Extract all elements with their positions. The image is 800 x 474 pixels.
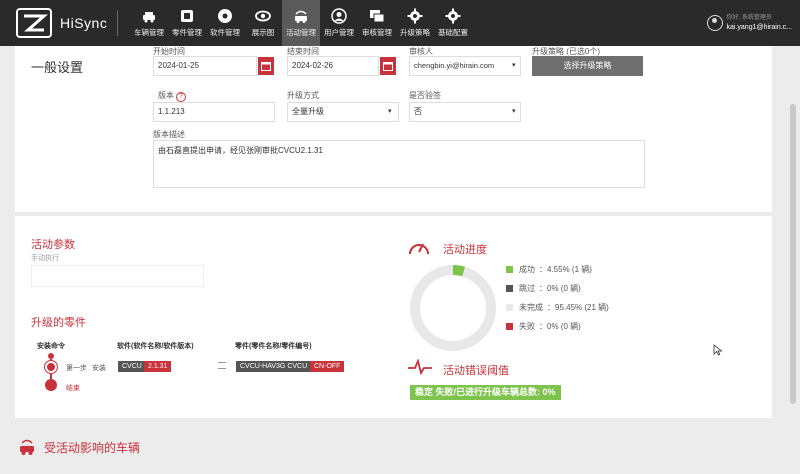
legend-swatch [506, 323, 513, 330]
nav-label: 软件管理 [210, 28, 240, 37]
affected-vehicle-icon [20, 439, 34, 455]
config-gear-icon [445, 8, 461, 24]
install-command-header: 安装命令 [37, 343, 65, 350]
main-nav: 车辆管理 零件管理 软件管理 展示图 活动管理 用户管理 审核管理 升级策略 基… [130, 0, 472, 46]
nav-label: 用户管理 [324, 28, 354, 37]
select-strategy-button[interactable]: 选择升级策略 [532, 56, 643, 76]
upgraded-parts-title: 升级的零件 [31, 317, 86, 329]
equals-icon [218, 362, 226, 369]
end-time-input[interactable]: 2024-02-26 [287, 56, 379, 76]
part-icon [181, 10, 193, 22]
mouse-cursor-icon [713, 344, 723, 356]
legend-item-skipped: 跳过 ：0% (0 辆) [506, 283, 581, 294]
verify-signature-select[interactable]: 否 [409, 102, 521, 122]
nav-software-management[interactable]: 软件管理 [206, 0, 244, 46]
legend-item-failed: 失败 ：0% (0 辆) [506, 321, 581, 332]
chevron-down-icon: ▾ [512, 108, 516, 115]
donut-slice-未完成 [410, 265, 496, 351]
activity-car-icon [295, 10, 307, 23]
legend-swatch [506, 285, 513, 292]
step-end-label: 结束 [66, 385, 80, 392]
hisync-logo[interactable] [16, 8, 52, 38]
nav-part-management[interactable]: 零件管理 [168, 0, 206, 46]
software-version-tag: 2.1.31 [144, 361, 172, 372]
nav-label: 零件管理 [172, 28, 202, 37]
disc-icon [218, 9, 232, 23]
eye-icon [255, 10, 271, 22]
help-icon[interactable]: ? [176, 92, 186, 102]
version-description-label: 版本描述 [153, 130, 185, 139]
donut-slice-成功 [452, 265, 466, 277]
general-settings-panel: 一般设置 开始时间 2024-01-25 结束时间 2024-02-26 审核人… [15, 46, 772, 212]
legend-item-incomplete: 未完成 ：95.45% (21 辆) [506, 302, 609, 313]
user-greeting: 你好, 系统管理员 [726, 15, 772, 21]
activity-params-field[interactable] [31, 265, 204, 287]
start-calendar-button[interactable] [258, 57, 274, 75]
chevron-down-icon: ▾ [388, 108, 392, 115]
nav-review-management[interactable]: 审核管理 [358, 0, 396, 46]
nav-label: 升级策略 [400, 28, 430, 37]
nav-label: 展示图 [251, 28, 275, 37]
review-icon [370, 10, 385, 23]
version-description-textarea[interactable]: 由石磊直提出申请，经见张刚审批CVCU2.1.31 [153, 140, 645, 188]
activity-progress-title: 活动进度 [443, 244, 487, 256]
flow-end-node [45, 379, 57, 391]
user-menu[interactable]: 你好, 系统管理员 kai.yang1@hirain.c... [706, 14, 792, 32]
upgrade-mode-select[interactable]: 全量升级 [287, 102, 399, 122]
part-number-tag: CN-OFF [310, 361, 345, 372]
calendar-icon [383, 62, 393, 71]
user-email: kai.yang1@hirain.c... [726, 24, 792, 31]
part-header: 零件(零件名称/零件编号) [235, 343, 312, 350]
verify-signature-label: 是否验签 [409, 91, 441, 100]
nav-basic-config[interactable]: 基础配置 [434, 0, 472, 46]
legend-swatch [506, 304, 513, 311]
upgrade-mode-label: 升级方式 [287, 91, 319, 100]
nav-display[interactable]: 展示图 [244, 0, 282, 46]
nav-label: 活动管理 [286, 28, 316, 37]
progress-donut-chart [410, 265, 496, 351]
software-name-tag: CVCU [118, 361, 146, 372]
user-info: 你好, 系统管理员 kai.yang1@hirain.c... [727, 14, 792, 32]
flow-step-node [45, 361, 57, 373]
pulse-icon [408, 359, 432, 375]
threshold-status-badge: 稳定 失败/已进行升级车辆总数: 0% [410, 385, 561, 400]
brand-name: HiSync [60, 15, 108, 31]
gauge-icon [409, 243, 429, 255]
calendar-icon [261, 62, 271, 71]
gear-icon [407, 8, 423, 24]
top-navigation-bar: HiSync 车辆管理 零件管理 软件管理 展示图 活动管理 用户管理 审核管理… [0, 0, 800, 46]
nav-upgrade-strategy[interactable]: 升级策略 [396, 0, 434, 46]
nav-label: 车辆管理 [134, 28, 164, 37]
nav-activity-management[interactable]: 活动管理 [282, 0, 320, 46]
legend-swatch [506, 266, 513, 273]
avatar [706, 15, 723, 31]
activity-detail-panel: 活动参数 手动执行 升级的零件 安装命令 软件(软件名称/软件版本) 零件(零件… [15, 216, 772, 418]
version-label: 版本? [158, 90, 186, 102]
nav-label: 基础配置 [438, 28, 468, 37]
general-settings-title: 一般设置 [31, 60, 84, 75]
nav-label: 审核管理 [362, 28, 392, 37]
chevron-down-icon: ▾ [512, 62, 516, 69]
page-scrollbar[interactable] [790, 104, 796, 404]
software-header: 软件(软件名称/软件版本) [117, 343, 194, 350]
end-calendar-button[interactable] [380, 57, 396, 75]
step-one-label: 第一步 安装 [66, 365, 106, 372]
legend-item-success: 成功 ：4.55% (1 辆) [506, 264, 592, 275]
error-threshold-title: 活动错误阈值 [443, 365, 509, 377]
activity-params-sub: 手动执行 [31, 255, 59, 262]
part-name-tag: CVCU-HAV3G CVCU [236, 361, 312, 372]
version-input[interactable]: 1.1.213 [153, 102, 275, 122]
nav-user-management[interactable]: 用户管理 [320, 0, 358, 46]
reviewer-select[interactable]: chengbin.yi@hirain.com [409, 56, 521, 76]
start-time-input[interactable]: 2024-01-25 [153, 56, 257, 76]
affected-vehicles-title: 受活动影响的车辆 [44, 441, 141, 455]
activity-params-title: 活动参数 [31, 239, 75, 251]
nav-vehicle-management[interactable]: 车辆管理 [130, 0, 168, 46]
car-icon [143, 12, 155, 23]
nav-divider [117, 10, 118, 36]
user-icon [331, 8, 347, 24]
